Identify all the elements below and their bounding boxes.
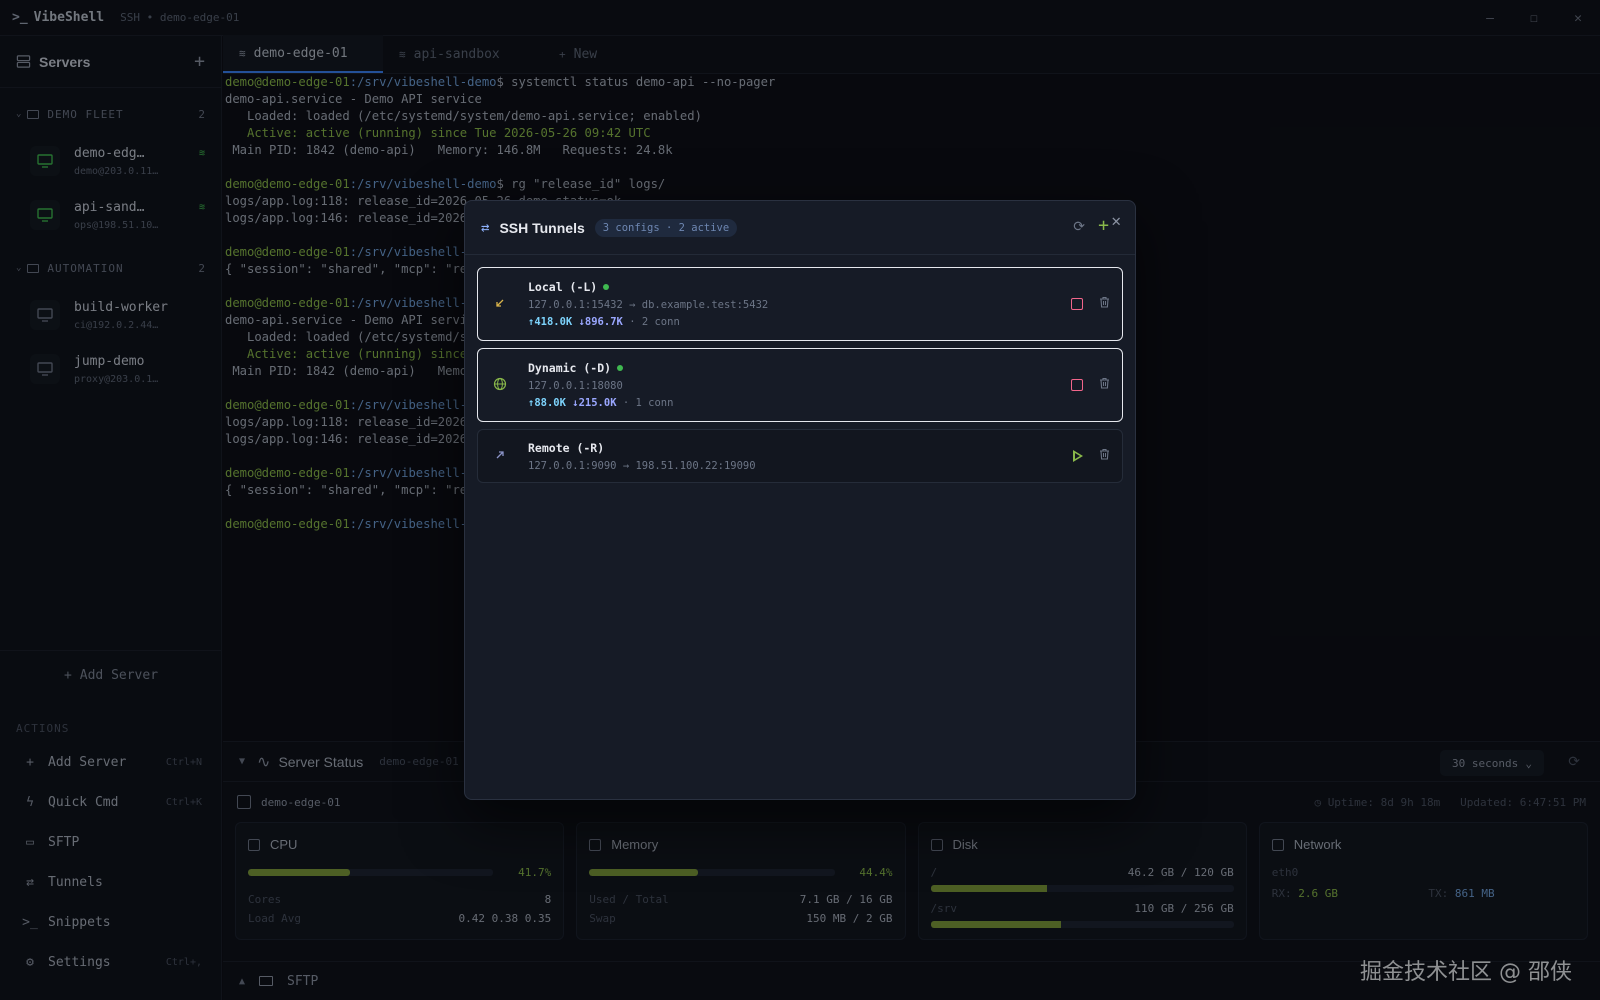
tunnel-item[interactable]: Remote (-R) 127.0.0.1:9090 → 198.51.100.2…	[477, 429, 1123, 483]
tunnel-name: Remote (-R)	[528, 440, 605, 455]
modal-title: SSH Tunnels	[499, 219, 585, 236]
tunnel-item[interactable]: Local (-L) 127.0.0.1:15432 → db.example.t…	[477, 267, 1123, 341]
stop-icon[interactable]	[1071, 298, 1083, 310]
tunnel-list: Local (-L) 127.0.0.1:15432 → db.example.t…	[465, 255, 1135, 483]
upload-bytes: ↑418.0K	[528, 316, 573, 328]
tunnel-route: 127.0.0.1:15432 → db.example.test:5432	[528, 299, 769, 311]
modal-header: ⇄ SSH Tunnels 3 configs · 2 active ⟳ + ✕	[465, 201, 1135, 255]
tunnel-route: 127.0.0.1:18080	[528, 380, 623, 392]
tunnel-name-row: Dynamic (-D)	[528, 361, 1071, 375]
tunnel-item[interactable]: Dynamic (-D) 127.0.0.1:18080 ↑88.0K ↓215.0…	[477, 348, 1123, 422]
stop-icon[interactable]	[1071, 379, 1083, 391]
tunnel-body: Dynamic (-D) 127.0.0.1:18080 ↑88.0K ↓215.0…	[528, 361, 1071, 409]
add-tunnel-icon[interactable]: +	[1098, 215, 1109, 236]
connection-count: · 2 conn	[629, 316, 680, 328]
refresh-icon[interactable]: ⟳	[1073, 219, 1085, 235]
tunnel-name: Local (-L)	[528, 280, 598, 294]
tunnel-body: Local (-L) 127.0.0.1:15432 → db.example.t…	[528, 280, 1071, 328]
tunnel-body: Remote (-R) 127.0.0.1:9090 → 198.51.100.2…	[528, 441, 1073, 472]
tunnel-actions	[1073, 448, 1110, 464]
play-icon[interactable]	[1073, 450, 1083, 462]
trash-icon[interactable]	[1099, 448, 1110, 464]
tunnel-actions	[1071, 296, 1110, 312]
download-bytes: ↓215.0K	[572, 397, 617, 409]
tunnel-name: Dynamic (-D)	[528, 361, 612, 375]
tunnel-name-row: Local (-L)	[528, 280, 1071, 294]
close-icon[interactable]: ✕	[1111, 211, 1121, 230]
ssh-tunnels-modal: ⇄ SSH Tunnels 3 configs · 2 active ⟳ + ✕…	[464, 200, 1136, 800]
tunnel-traffic: ↑418.0K ↓896.7K · 2 conn	[528, 316, 1071, 328]
trash-icon[interactable]	[1099, 377, 1110, 393]
arrow-up-right-icon	[490, 449, 510, 463]
tunnel-traffic: ↑88.0K ↓215.0K · 1 conn	[528, 397, 1071, 409]
upload-bytes: ↑88.0K	[528, 397, 566, 409]
trash-icon[interactable]	[1099, 296, 1110, 312]
connection-count: · 1 conn	[622, 397, 674, 409]
tunnel-actions	[1071, 377, 1110, 393]
globe-icon	[490, 377, 510, 394]
swap-icon: ⇄	[481, 219, 490, 236]
tunnel-name-row: Remote (-R)	[528, 441, 1073, 455]
active-status-dot	[603, 284, 610, 290]
tunnel-route: 127.0.0.1:9090 → 198.51.100.22:19090	[528, 459, 756, 472]
download-bytes: ↓896.7K	[578, 316, 623, 328]
arrow-down-left-icon	[490, 297, 510, 311]
active-status-dot	[617, 365, 624, 371]
tunnel-count-badge: 3 configs · 2 active	[594, 218, 738, 237]
